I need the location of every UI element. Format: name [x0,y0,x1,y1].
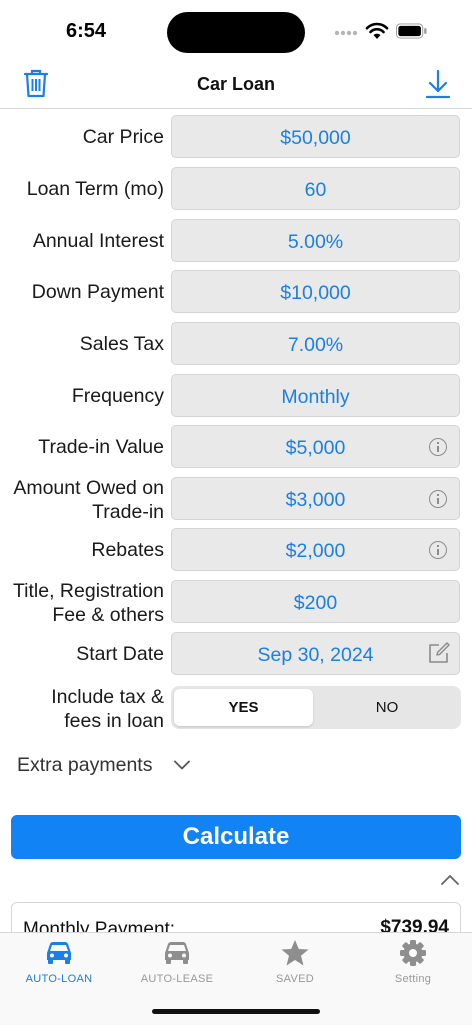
edit-icon[interactable] [428,642,450,664]
tab-setting[interactable]: Setting [354,933,472,993]
chevron-up-icon[interactable] [441,874,459,886]
include-tax-no-option[interactable]: NO [316,689,458,726]
title-fees-label: Title, Registration Fee & others [0,579,164,627]
info-icon[interactable] [429,438,447,456]
car-icon [165,942,189,964]
row-rebates: Rebates $2,000 [0,528,472,572]
star-icon [281,940,309,966]
amount-owed-value: $3,000 [285,489,346,511]
gear-icon [400,940,426,966]
dynamic-island [167,12,305,53]
title-fees-field[interactable]: $200 [171,580,460,623]
row-trade-in-value: Trade-in Value $5,000 [0,425,472,469]
frequency-label: Frequency [71,385,164,407]
nav-bar: Car Loan [0,60,472,109]
row-include-tax: Include tax & fees in loan YES NO [0,685,472,733]
trade-in-value-label: Trade-in Value [38,436,164,458]
row-down-payment: Down Payment $10,000 [0,270,472,314]
page-title: Car Loan [196,74,275,94]
start-date-field[interactable]: Sep 30, 2024 [171,632,460,675]
title-fees-value: $200 [293,592,338,614]
info-icon[interactable] [429,541,447,559]
row-title-fees: Title, Registration Fee & others $200 [0,579,472,627]
frequency-value: Monthly [281,386,350,408]
rebates-label: Rebates [91,539,164,561]
tab-auto-lease-label: AUTO-LEASE [140,973,214,985]
battery-icon [396,23,427,39]
title-fees-label-line1: Title, Registration [12,580,164,602]
cellular-signal-icon [334,30,358,36]
title-fees-label-line2: Fee & others [52,604,164,626]
tab-saved[interactable]: SAVED [236,933,354,993]
status-time: 6:54 [66,20,107,42]
down-payment-value: $10,000 [280,282,351,304]
row-start-date: Start Date Sep 30, 2024 [0,632,472,676]
annual-interest-label: Annual Interest [32,230,164,252]
sales-tax-field[interactable]: 7.00% [171,322,460,365]
row-loan-term: Loan Term (mo) 60 [0,167,472,211]
start-date-label: Start Date [76,643,164,665]
amount-owed-label-line2: Trade-in [92,501,164,523]
sales-tax-label: Sales Tax [79,333,164,355]
amount-owed-field[interactable]: $3,000 [171,477,460,520]
down-payment-label: Down Payment [31,281,164,303]
tab-auto-lease[interactable]: AUTO-LEASE [118,933,236,993]
status-bar: 6:54 [0,0,472,60]
row-frequency: Frequency Monthly [0,374,472,418]
row-car-price: Car Price $50,000 [0,115,472,159]
amount-owed-label-line1: Amount Owed on [13,477,164,499]
annual-interest-field[interactable]: 5.00% [171,219,460,262]
tab-setting-label: Setting [394,973,432,985]
chevron-down-icon[interactable] [174,760,190,770]
include-tax-label-line2: fees in loan [64,710,164,732]
car-price-label: Car Price [82,126,164,148]
info-icon[interactable] [429,490,447,508]
down-payment-field[interactable]: $10,000 [171,270,460,313]
include-tax-label-line1: Include tax & [51,686,164,708]
loan-term-label: Loan Term (mo) [26,178,164,200]
calculate-button[interactable]: Calculate [11,815,461,859]
wifi-icon [365,22,389,39]
row-amount-owed: Amount Owed on Trade-in $3,000 [0,476,472,524]
loan-term-field[interactable]: 60 [171,167,460,210]
tab-auto-loan[interactable]: AUTO-LOAN [0,933,118,993]
download-icon[interactable] [425,69,451,99]
row-sales-tax: Sales Tax 7.00% [0,322,472,366]
include-tax-toggle: YES NO [171,686,461,729]
rebates-value: $2,000 [285,540,346,562]
amount-owed-label: Amount Owed on Trade-in [0,476,164,524]
loan-term-value: 60 [304,179,327,201]
trade-in-value-value: $5,000 [285,437,346,459]
home-indicator [152,1009,320,1014]
car-price-field[interactable]: $50,000 [171,115,460,158]
extra-payments-toggle[interactable]: Extra payments [17,754,152,777]
include-tax-yes-option[interactable]: YES [174,689,313,726]
frequency-select[interactable]: Monthly [171,374,460,417]
rebates-field[interactable]: $2,000 [171,528,460,571]
row-annual-interest: Annual Interest 5.00% [0,219,472,263]
start-date-value: Sep 30, 2024 [257,644,374,666]
annual-interest-value: 5.00% [287,231,344,253]
trade-in-value-field[interactable]: $5,000 [171,425,460,468]
include-tax-label: Include tax & fees in loan [0,685,164,733]
sales-tax-value: 7.00% [287,334,344,356]
tab-saved-label: SAVED [276,973,314,985]
tab-auto-loan-label: AUTO-LOAN [25,973,93,985]
car-price-value: $50,000 [280,127,351,149]
car-icon [47,942,71,964]
